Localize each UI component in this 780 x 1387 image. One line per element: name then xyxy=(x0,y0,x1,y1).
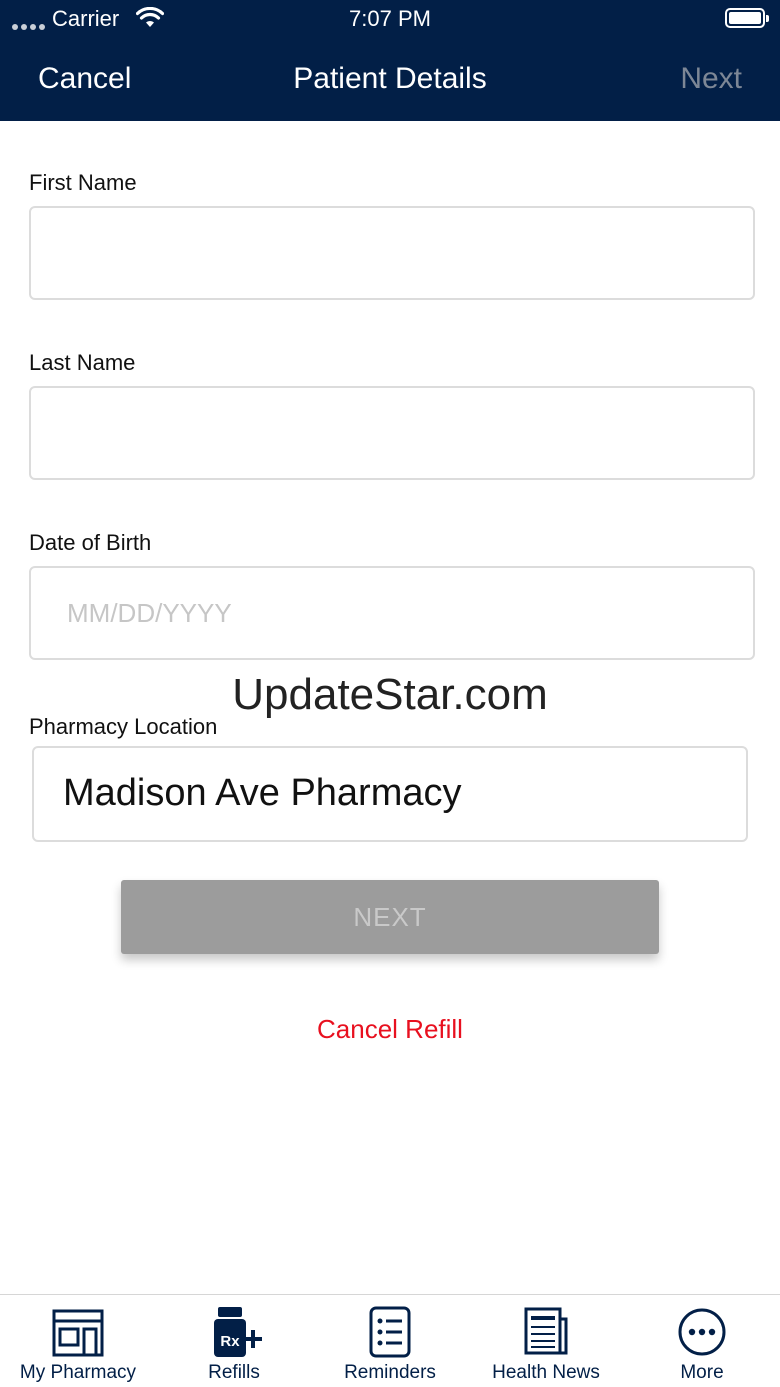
first-name-label: First Name xyxy=(29,170,137,195)
last-name-input[interactable] xyxy=(31,388,753,478)
tab-more[interactable]: More xyxy=(624,1295,780,1387)
app-header: Carrier 7:07 PM Cancel Patient Details N… xyxy=(0,0,780,121)
tab-label: More xyxy=(680,1362,724,1383)
checklist-icon xyxy=(369,1306,411,1358)
dob-input[interactable] xyxy=(31,568,753,658)
tab-my-pharmacy[interactable]: My Pharmacy xyxy=(0,1295,156,1387)
rx-bottle-icon: Rx xyxy=(214,1307,262,1357)
tab-label: My Pharmacy xyxy=(19,1362,137,1383)
pharmacy-location-select[interactable]: Madison Ave Pharmacy xyxy=(32,746,748,842)
status-bar: Carrier 7:07 PM xyxy=(0,0,780,40)
next-button[interactable]: NEXT xyxy=(121,880,659,954)
tab-health-news[interactable]: Health News xyxy=(468,1295,624,1387)
last-name-label: Last Name xyxy=(29,350,136,375)
last-name-field[interactable] xyxy=(29,386,755,480)
dob-label: Date of Birth xyxy=(29,530,152,555)
battery-icon xyxy=(725,8,769,28)
dob-field[interactable] xyxy=(29,566,755,660)
first-name-input[interactable] xyxy=(31,208,753,298)
first-name-field[interactable] xyxy=(29,206,755,300)
next-nav-button[interactable]: Next xyxy=(680,62,742,96)
newspaper-icon xyxy=(524,1307,568,1355)
cancel-refill-link[interactable]: Cancel Refill xyxy=(0,1014,780,1045)
tab-bar: My Pharmacy Rx Refills Reminders Health … xyxy=(0,1294,780,1387)
clock: 7:07 PM xyxy=(349,6,431,31)
watermark: UpdateStar.com xyxy=(232,670,548,719)
tab-refills[interactable]: Rx Refills xyxy=(156,1295,312,1387)
tab-reminders[interactable]: Reminders xyxy=(312,1295,468,1387)
page-title: Patient Details xyxy=(293,62,487,95)
pharmacy-location-value: Madison Ave Pharmacy xyxy=(63,772,462,814)
tab-label: Reminders xyxy=(344,1362,436,1383)
tab-label: Health News xyxy=(492,1362,600,1383)
tab-label: Refills xyxy=(208,1362,260,1383)
svg-text:Rx: Rx xyxy=(220,1333,240,1350)
storefront-icon xyxy=(52,1309,104,1357)
more-icon xyxy=(678,1308,726,1356)
